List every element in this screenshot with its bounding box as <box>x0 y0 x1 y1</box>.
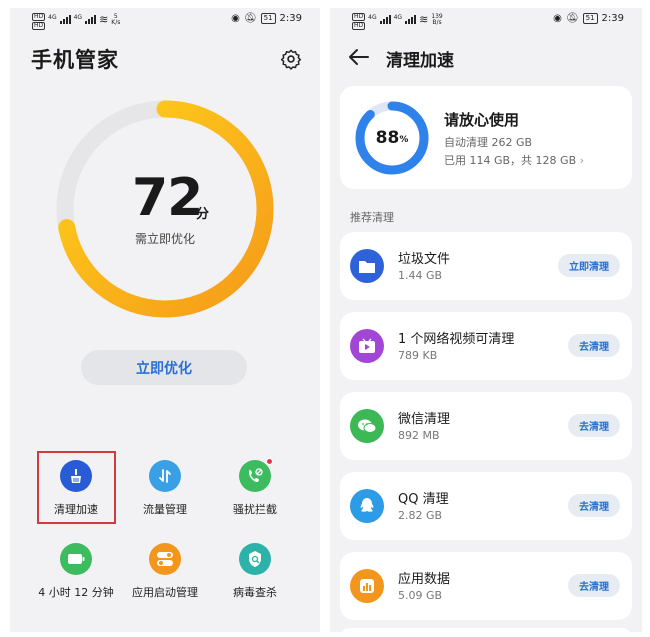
tool-label: 骚扰拦截 <box>233 503 277 516</box>
net-speed: 139 B/s <box>431 13 443 26</box>
item-title: 垃圾文件 <box>398 252 451 267</box>
list-item-web-video[interactable]: 1 个网络视频可清理 789 KB 去清理 <box>340 312 632 380</box>
clean-now-button[interactable]: 立即清理 <box>558 254 620 277</box>
signal-2-icon <box>85 15 97 24</box>
tool-label: 4 小时 12 分钟 <box>38 586 114 599</box>
sim2-hd-badge: HD <box>352 22 366 30</box>
notification-dot <box>266 458 273 465</box>
network-type-1: 4G <box>368 14 377 21</box>
eye-icon: ◉ <box>553 13 562 24</box>
battery-level: 51 <box>582 13 598 24</box>
item-size: 2.82 GB <box>398 509 443 522</box>
broom-icon <box>60 460 92 492</box>
list-item-app-data[interactable]: 应用数据 5.09 GB 去清理 <box>340 552 632 620</box>
status-bar: HD HD 4G 4G ≋ 139 B/s ◉ 🔕︎ 51 2:39 <box>352 11 624 30</box>
auto-clean-info: 自动清理 262 GB <box>444 136 533 149</box>
video-icon <box>350 329 384 363</box>
score-unit: 分 <box>196 207 210 222</box>
sim1-hd-badge: HD <box>32 13 46 21</box>
list-item-partial <box>340 628 632 632</box>
wifi-icon: ≋ <box>419 13 429 26</box>
go-clean-button[interactable]: 去清理 <box>568 574 620 597</box>
tool-label: 清理加速 <box>54 503 98 516</box>
page-title: 清理加速 <box>386 51 454 71</box>
battery-icon <box>60 543 92 575</box>
item-size: 5.09 GB <box>398 589 443 602</box>
wechat-icon <box>350 409 384 443</box>
mute-icon: 🔕︎ <box>565 13 579 24</box>
list-item-wechat[interactable]: 微信清理 892 MB 去清理 <box>340 392 632 460</box>
network-type-2: 4G <box>393 14 403 21</box>
eye-icon: ◉ <box>231 13 240 24</box>
data-flow-icon <box>149 460 181 492</box>
tool-data-traffic[interactable]: 流量管理 <box>120 460 210 517</box>
network-type-1: 4G <box>48 14 57 21</box>
signal-2-icon <box>405 15 417 24</box>
item-title: 应用数据 <box>398 572 451 587</box>
tool-virus-scan[interactable]: 病毒查杀 <box>210 543 300 600</box>
page-title: 手机管家 <box>31 48 119 72</box>
wifi-icon: ≋ <box>99 13 109 26</box>
gear-icon[interactable] <box>280 48 302 70</box>
go-clean-button[interactable]: 去清理 <box>568 494 620 517</box>
network-type-2: 4G <box>73 14 83 21</box>
go-clean-button[interactable]: 去清理 <box>568 334 620 357</box>
tool-harassment-block[interactable]: 骚扰拦截 <box>210 458 300 517</box>
item-title: 微信清理 <box>398 412 451 427</box>
list-item-qq[interactable]: QQ 清理 2.82 GB 去清理 <box>340 472 632 540</box>
tool-label: 应用启动管理 <box>132 586 198 599</box>
signal-1-icon <box>59 15 71 24</box>
phone-manager-screen: HD HD 4G 4G ≋ 5 K/s ◉ 🔕︎ 51 2:39 手机管家 72… <box>10 8 320 632</box>
qq-icon <box>350 489 384 523</box>
go-clean-button[interactable]: 去清理 <box>568 414 620 437</box>
storage-percent: 88% <box>375 128 409 148</box>
item-title: QQ 清理 <box>398 492 449 507</box>
storage-summary-card[interactable]: 88% 请放心使用 自动清理 262 GB 已用 114 GB，共 128 GB… <box>340 86 632 189</box>
item-size: 1.44 GB <box>398 269 443 282</box>
chevron-right-icon: › <box>579 154 585 167</box>
tool-app-launch[interactable]: 应用启动管理 <box>120 543 210 600</box>
cleanup-screen: HD HD 4G 4G ≋ 139 B/s ◉ 🔕︎ 51 2:39 清理加速 <box>330 8 642 632</box>
tool-label: 病毒查杀 <box>233 586 277 599</box>
sim2-hd-badge: HD <box>32 22 46 30</box>
clock: 2:39 <box>601 13 624 24</box>
folder-icon <box>350 249 384 283</box>
toggle-icon <box>149 543 181 575</box>
score-value: 72 <box>132 168 203 228</box>
status-bar: HD HD 4G 4G ≋ 5 K/s ◉ 🔕︎ 51 2:39 <box>32 11 302 30</box>
item-title: 1 个网络视频可清理 <box>398 332 515 347</box>
shield-icon <box>239 543 271 575</box>
tool-battery[interactable]: 4 小时 12 分钟 <box>31 543 121 600</box>
list-item-junk-files[interactable]: 垃圾文件 1.44 GB 立即清理 <box>340 232 632 300</box>
signal-1-icon <box>379 15 391 24</box>
call-block-icon <box>239 458 273 492</box>
back-arrow-icon[interactable] <box>348 48 370 66</box>
section-label: 推荐清理 <box>350 211 394 224</box>
item-size: 789 KB <box>398 349 438 362</box>
storage-usage: 已用 114 GB，共 128 GB › <box>444 154 585 167</box>
mute-icon: 🔕︎ <box>243 13 257 24</box>
tool-label: 流量管理 <box>143 503 187 516</box>
clock: 2:39 <box>279 13 302 24</box>
summary-headline: 请放心使用 <box>444 111 520 129</box>
item-size: 892 MB <box>398 429 440 442</box>
app-data-icon <box>350 569 384 603</box>
tool-cleanup[interactable]: 清理加速 <box>31 460 121 517</box>
optimize-now-button[interactable]: 立即优化 <box>81 350 247 385</box>
battery-level: 51 <box>260 13 276 24</box>
net-speed: 5 K/s <box>111 13 121 26</box>
sim1-hd-badge: HD <box>352 13 366 21</box>
score-subtitle: 需立即优化 <box>135 232 196 246</box>
